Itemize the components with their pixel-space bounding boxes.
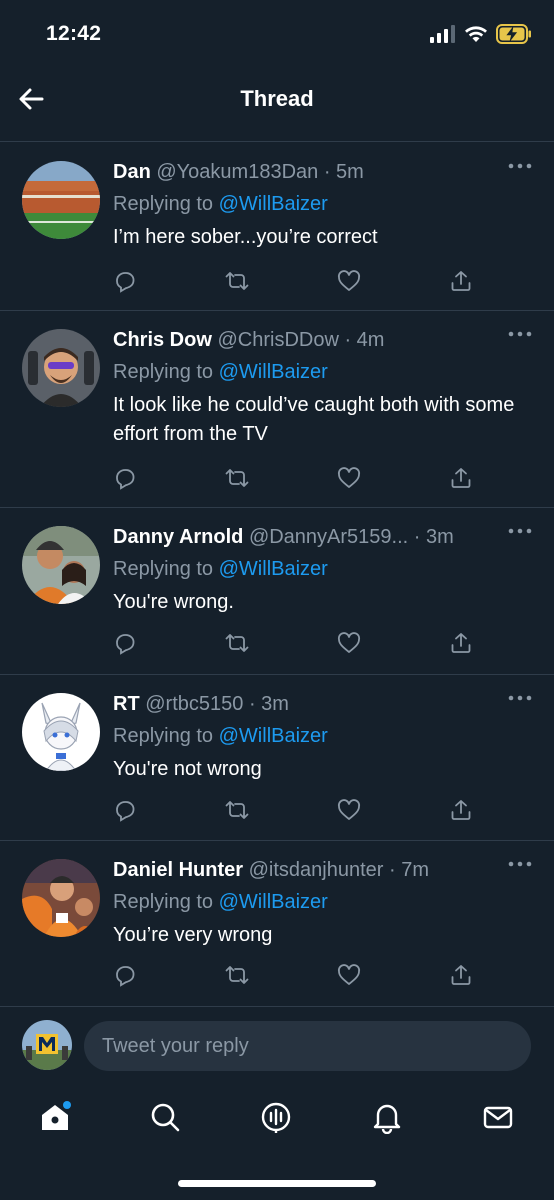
replying-to: Replying to @WillBaizer (113, 189, 534, 219)
author-handle[interactable]: @DannyAr5159... (249, 526, 408, 548)
more-options-icon[interactable] (506, 526, 534, 536)
wifi-icon (465, 26, 487, 42)
replying-to: Replying to @WillBaizer (113, 721, 534, 751)
messages-icon[interactable] (481, 1100, 515, 1134)
home-icon[interactable] (38, 1100, 72, 1134)
tweet-actions (113, 269, 473, 293)
author-name[interactable]: Danny Arnold (113, 526, 243, 548)
thread-header: Thread (0, 70, 554, 142)
more-options-icon[interactable] (506, 693, 534, 703)
home-indicator (178, 1180, 376, 1187)
tweet-actions (113, 963, 473, 987)
avatar[interactable] (22, 161, 100, 239)
tweet[interactable]: Chris Dow @ChrisDDow · 4m Replying to @W… (0, 311, 554, 508)
like-icon[interactable] (337, 798, 361, 822)
like-icon[interactable] (337, 466, 361, 490)
battery-charging-icon (496, 24, 531, 44)
tweet[interactable]: Danny Arnold @DannyAr5159... · 3m Replyi… (0, 508, 554, 675)
replying-label: Replying to (113, 725, 214, 747)
reply-icon[interactable] (113, 466, 137, 490)
author-handle[interactable]: @rtbc5150 (145, 693, 243, 715)
tweet-time: · 3m (248, 693, 289, 715)
retweet-icon[interactable] (225, 798, 249, 822)
thread-replies: Dan @Yoakum183Dan · 5m Replying to @Will… (0, 143, 554, 1007)
reply-icon[interactable] (113, 963, 137, 987)
mention-link[interactable]: @WillBaizer (219, 558, 328, 580)
search-icon[interactable] (148, 1100, 182, 1134)
author-name[interactable]: Chris Dow (113, 329, 212, 351)
retweet-icon[interactable] (225, 466, 249, 490)
author-name[interactable]: Dan (113, 161, 151, 183)
cellular-signal-icon (430, 25, 455, 43)
tweet-text: I’m here sober...you’re correct (113, 226, 378, 248)
tweet-text: It look like he could’ve caught both wit… (113, 394, 515, 445)
avatar[interactable] (22, 329, 100, 407)
replying-label: Replying to (113, 891, 214, 913)
reply-icon[interactable] (113, 631, 137, 655)
mention-link[interactable]: @WillBaizer (219, 891, 328, 913)
tweet-actions (113, 466, 473, 490)
retweet-icon[interactable] (225, 269, 249, 293)
status-bar: 12:42 (0, 0, 554, 70)
share-icon[interactable] (449, 631, 473, 655)
status-time: 12:42 (46, 22, 102, 45)
avatar[interactable] (22, 859, 100, 937)
tweet[interactable]: Daniel Hunter @itsdanjhunter · 7m Replyi… (0, 841, 554, 1007)
author-handle[interactable]: @ChrisDDow (217, 329, 338, 351)
avatar[interactable] (22, 693, 100, 771)
replying-label: Replying to (113, 193, 214, 215)
replying-to: Replying to @WillBaizer (113, 554, 534, 584)
share-icon[interactable] (449, 798, 473, 822)
tweet[interactable]: RT @rtbc5150 · 3m Replying to @WillBaize… (0, 675, 554, 841)
like-icon[interactable] (337, 631, 361, 655)
tweet-actions (113, 631, 473, 655)
author-name[interactable]: RT (113, 693, 140, 715)
more-options-icon[interactable] (506, 329, 534, 339)
reply-composer (0, 1008, 554, 1086)
tweet-time: · 3m (413, 526, 454, 548)
mention-link[interactable]: @WillBaizer (219, 361, 328, 383)
spaces-icon[interactable] (259, 1100, 293, 1134)
author-handle[interactable]: @itsdanjhunter (249, 859, 384, 881)
replying-to: Replying to @WillBaizer (113, 887, 534, 917)
mention-link[interactable]: @WillBaizer (219, 193, 328, 215)
share-icon[interactable] (449, 963, 473, 987)
more-options-icon[interactable] (506, 859, 534, 869)
replying-label: Replying to (113, 558, 214, 580)
like-icon[interactable] (337, 269, 361, 293)
page-title: Thread (240, 86, 314, 111)
reply-icon[interactable] (113, 269, 137, 293)
tweet-time: · 7m (388, 859, 429, 881)
tweet-text: You're wrong. (113, 591, 234, 613)
retweet-icon[interactable] (225, 631, 249, 655)
notifications-icon[interactable] (370, 1100, 404, 1134)
share-icon[interactable] (449, 466, 473, 490)
replying-label: Replying to (113, 361, 214, 383)
mention-link[interactable]: @WillBaizer (219, 725, 328, 747)
more-options-icon[interactable] (506, 161, 534, 171)
tweet[interactable]: Dan @Yoakum183Dan · 5m Replying to @Will… (0, 143, 554, 311)
share-icon[interactable] (449, 269, 473, 293)
reply-input[interactable] (84, 1021, 531, 1071)
tweet-time: · 5m (323, 161, 364, 183)
tweet-time: · 4m (344, 329, 385, 351)
replying-to: Replying to @WillBaizer (113, 357, 534, 387)
tweet-text: You’re very wrong (113, 924, 273, 946)
author-handle[interactable]: @Yoakum183Dan (156, 161, 318, 183)
tweet-text: You're not wrong (113, 758, 262, 780)
reply-icon[interactable] (113, 798, 137, 822)
tweet-actions (113, 798, 473, 822)
retweet-icon[interactable] (225, 963, 249, 987)
status-icons (430, 24, 532, 44)
like-icon[interactable] (337, 963, 361, 987)
author-name[interactable]: Daniel Hunter (113, 859, 243, 881)
avatar[interactable] (22, 1020, 72, 1070)
avatar[interactable] (22, 526, 100, 604)
